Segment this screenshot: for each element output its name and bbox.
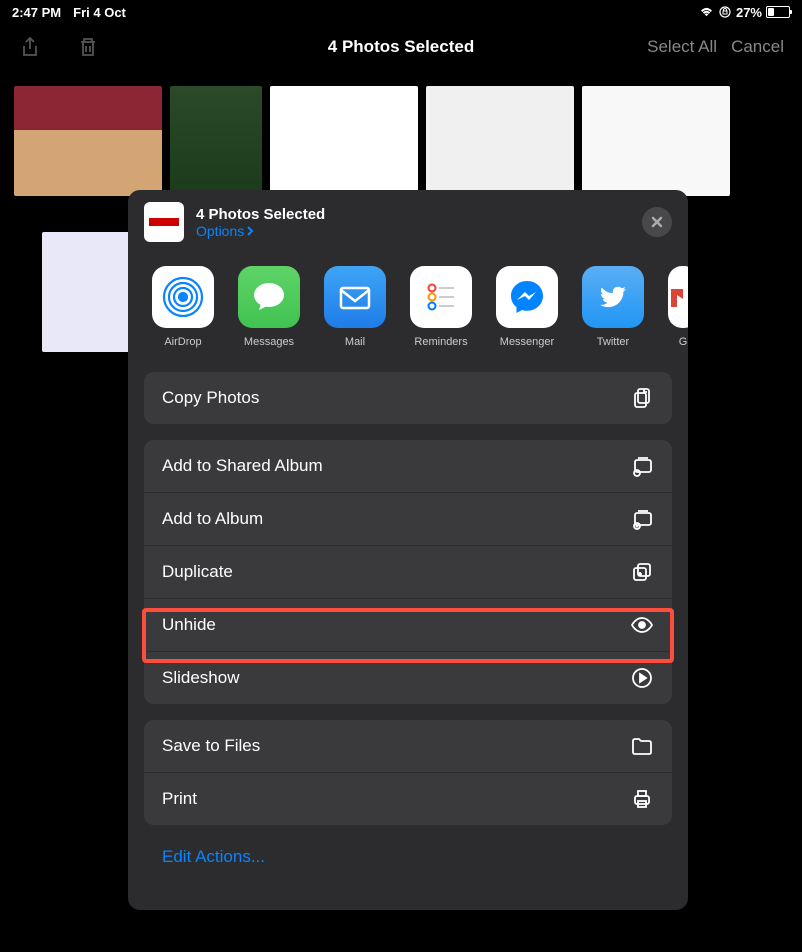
action-slideshow[interactable]: Slideshow	[144, 652, 672, 704]
share-target-airdrop[interactable]: AirDrop	[152, 266, 214, 348]
photo-thumbnail[interactable]	[426, 86, 574, 196]
chevron-right-icon	[246, 226, 254, 236]
mail-icon	[335, 277, 375, 317]
print-icon	[630, 787, 654, 811]
photo-thumbnail[interactable]	[42, 232, 134, 352]
action-copy-photos[interactable]: Copy Photos	[144, 372, 672, 424]
battery-icon	[766, 6, 790, 18]
folder-icon	[630, 734, 654, 758]
messages-icon	[249, 277, 289, 317]
reminders-icon	[420, 276, 462, 318]
action-add-album[interactable]: Add to Album	[144, 493, 672, 546]
share-options-button[interactable]: Options	[196, 223, 630, 239]
action-group: Copy Photos	[144, 372, 672, 424]
messenger-icon	[505, 275, 549, 319]
share-target-messages[interactable]: Messages	[238, 266, 300, 348]
share-target-messenger[interactable]: Messenger	[496, 266, 558, 348]
select-all-button[interactable]: Select All	[647, 37, 717, 57]
shared-album-icon	[630, 454, 654, 478]
action-add-shared-album[interactable]: Add to Shared Album	[144, 440, 672, 493]
photo-thumbnail[interactable]	[582, 86, 730, 196]
share-target-reminders[interactable]: Reminders	[410, 266, 472, 348]
copy-icon	[630, 386, 654, 410]
nav-bar: 4 Photos Selected Select All Cancel	[0, 24, 802, 70]
share-targets-row[interactable]: AirDrop Messages Mail Reminders Messenge…	[128, 254, 688, 356]
photo-thumbnail[interactable]	[14, 86, 162, 196]
duplicate-icon	[630, 560, 654, 584]
gmail-icon	[668, 277, 688, 317]
status-bar: 2:47 PM Fri 4 Oct 27%	[0, 0, 802, 24]
airdrop-icon	[162, 276, 204, 318]
photo-thumbnail[interactable]	[170, 86, 262, 201]
play-icon	[630, 666, 654, 690]
share-icon[interactable]	[18, 35, 42, 59]
action-duplicate[interactable]: Duplicate	[144, 546, 672, 599]
status-date: Fri 4 Oct	[73, 5, 126, 20]
battery-percentage: 27%	[736, 5, 762, 20]
wifi-icon	[699, 7, 714, 18]
share-target-mail[interactable]: Mail	[324, 266, 386, 348]
trash-icon[interactable]	[76, 35, 100, 59]
action-group: Add to Shared Album Add to Album Duplica…	[144, 440, 672, 704]
share-target-twitter[interactable]: Twitter	[582, 266, 644, 348]
share-preview-thumbnail	[144, 202, 184, 242]
orientation-lock-icon	[718, 5, 732, 19]
share-sheet: 4 Photos Selected Options AirDrop Messag…	[128, 190, 688, 910]
share-sheet-title: 4 Photos Selected	[196, 206, 630, 223]
status-time: 2:47 PM	[12, 5, 61, 20]
cancel-button[interactable]: Cancel	[731, 37, 784, 57]
action-unhide[interactable]: Unhide	[144, 599, 672, 652]
page-title: 4 Photos Selected	[328, 37, 474, 57]
share-target-gmail[interactable]: G	[668, 266, 688, 348]
eye-icon	[630, 613, 654, 637]
close-icon	[651, 216, 663, 228]
share-sheet-header: 4 Photos Selected Options	[128, 190, 688, 254]
photo-thumbnail[interactable]	[270, 86, 418, 196]
action-group: Save to Files Print	[144, 720, 672, 825]
twitter-icon	[594, 278, 632, 316]
action-print[interactable]: Print	[144, 773, 672, 825]
action-save-files[interactable]: Save to Files	[144, 720, 672, 773]
close-button[interactable]	[642, 207, 672, 237]
edit-actions-button[interactable]: Edit Actions...	[144, 841, 672, 881]
add-album-icon	[630, 507, 654, 531]
